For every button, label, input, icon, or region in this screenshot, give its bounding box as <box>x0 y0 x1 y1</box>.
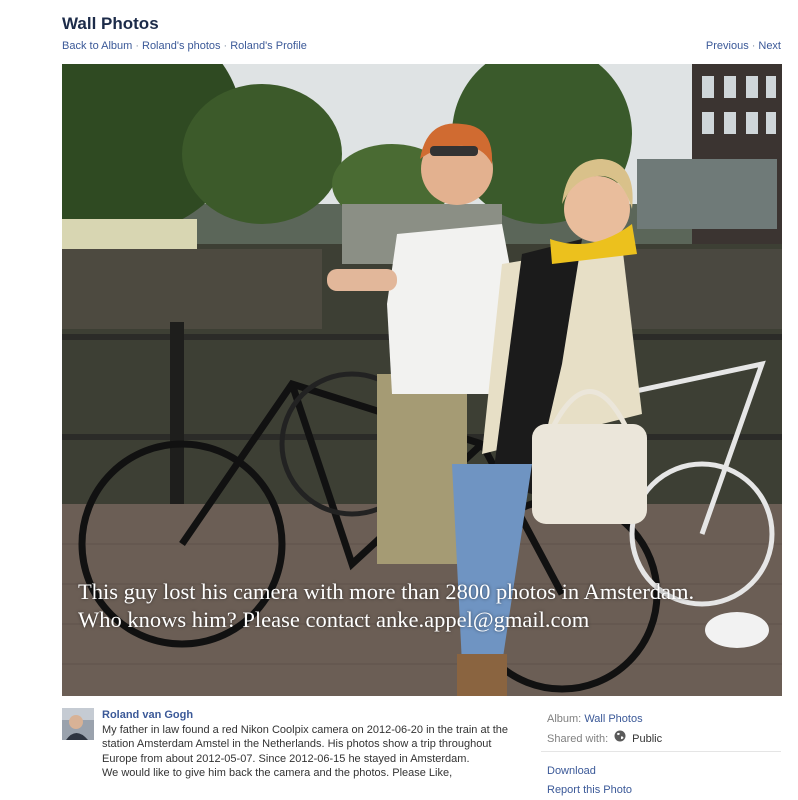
caption-line: Who knows him? Please contact anke.appel… <box>78 607 590 632</box>
description-paragraph: My father in law found a red Nikon Coolp… <box>102 724 509 765</box>
canal-wall <box>62 249 322 329</box>
next-link[interactable]: Next <box>758 40 781 52</box>
globe-icon[interactable] <box>614 729 626 749</box>
rolands-photos-link[interactable]: Roland's photos <box>142 40 221 52</box>
photo-meta: Album: Wall Photos Shared with: Public <box>547 709 662 749</box>
bollard <box>170 322 184 522</box>
divider <box>541 751 781 752</box>
report-photo-link[interactable]: Report this Photo <box>547 781 632 800</box>
avatar-image <box>62 708 94 740</box>
kiosk <box>637 159 777 229</box>
previous-link[interactable]: Previous <box>706 40 749 52</box>
privacy-row: Shared with: Public <box>547 729 662 749</box>
back-to-album-link[interactable]: Back to Album <box>62 40 132 52</box>
main-photo[interactable]: This guy lost his camera with more than … <box>62 64 782 696</box>
download-link[interactable]: Download <box>547 762 632 781</box>
description-paragraph: We would like to give him back the camer… <box>102 766 453 779</box>
caption-line: This guy lost his camera with more than … <box>78 579 695 604</box>
avatar[interactable] <box>62 708 94 740</box>
photo-actions: Download Report this Photo <box>547 762 632 800</box>
boat <box>62 219 197 249</box>
separator: · <box>751 40 756 52</box>
photo-pager: Previous · Next <box>706 40 781 52</box>
rolands-profile-link[interactable]: Roland's Profile <box>230 40 307 52</box>
canal-wall-right <box>622 249 782 329</box>
author-link[interactable]: Roland van Gogh <box>102 709 193 721</box>
album-link[interactable]: Wall Photos <box>584 709 642 729</box>
separator: · <box>135 40 139 52</box>
page-title: Wall Photos <box>62 14 159 33</box>
privacy-value[interactable]: Public <box>632 729 662 749</box>
trees-left-2 <box>182 84 342 224</box>
breadcrumb: Back to Album · Roland's photos · Roland's P… <box>62 40 307 52</box>
album-label: Album: <box>547 713 582 725</box>
separator: · <box>223 40 228 52</box>
photo-description: My father in law found a red Nikon Coolp… <box>102 723 512 780</box>
album-row: Album: Wall Photos <box>547 709 662 729</box>
photo-caption: This guy lost his camera with more than … <box>78 578 778 634</box>
shared-label: Shared with: <box>547 733 609 745</box>
